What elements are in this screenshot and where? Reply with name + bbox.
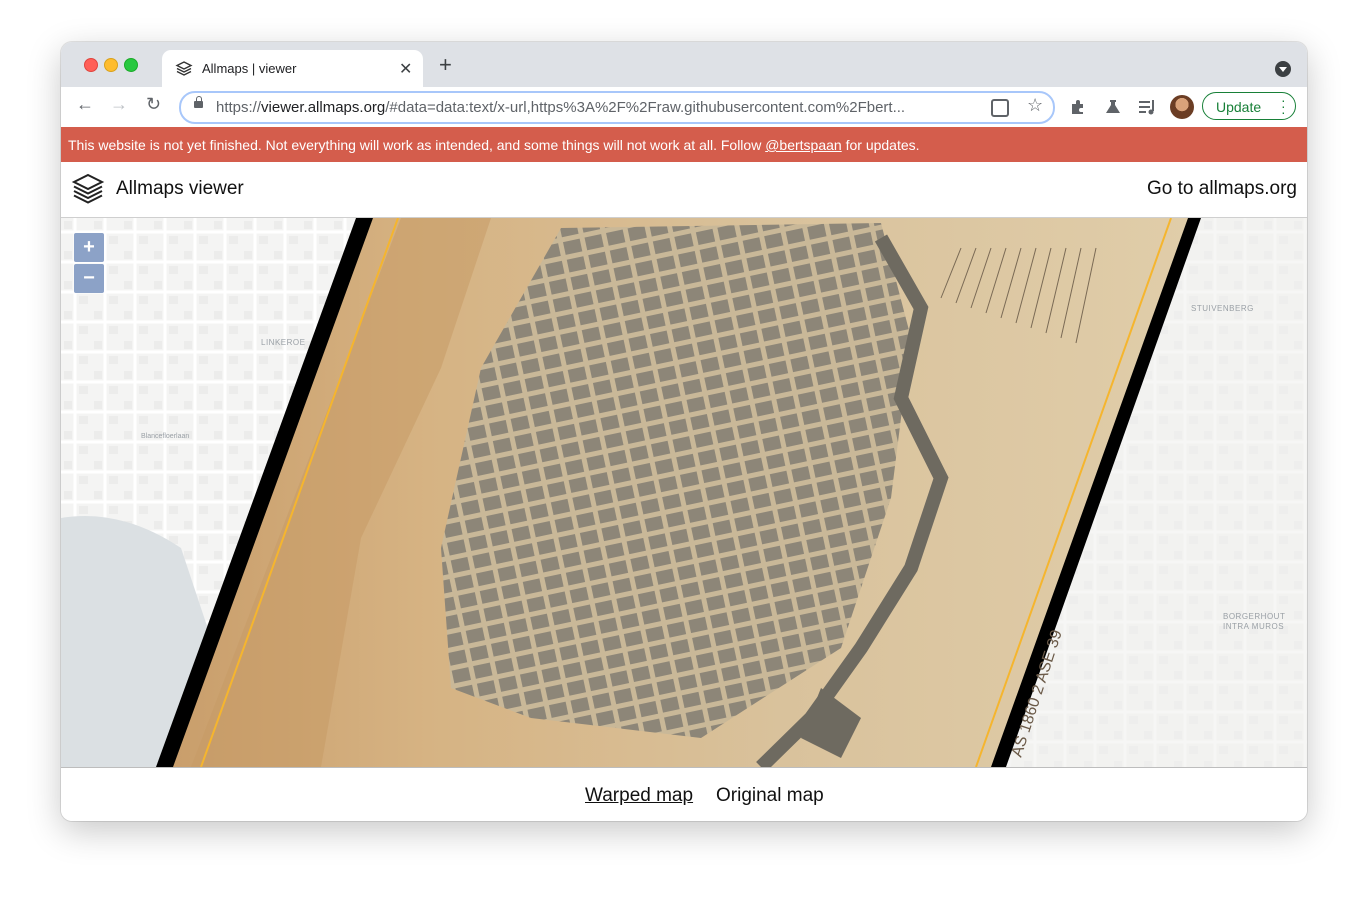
banner-text-before: This website is not yet finished. Not ev… bbox=[68, 137, 766, 153]
update-button[interactable]: Update · · · bbox=[1202, 92, 1296, 120]
puzzle-icon[interactable] bbox=[1069, 98, 1087, 116]
back-icon[interactable]: ← bbox=[76, 94, 94, 115]
warning-banner: This website is not yet finished. Not ev… bbox=[61, 127, 1307, 162]
close-window-button[interactable] bbox=[84, 58, 98, 72]
kebab-icon[interactable]: · · · bbox=[1281, 93, 1286, 119]
app-header: Allmaps viewer Go to allmaps.org bbox=[61, 162, 1307, 218]
zoom-out-button[interactable]: − bbox=[74, 264, 104, 293]
url-host: viewer.allmaps.org bbox=[261, 99, 386, 116]
zoom-in-button[interactable]: + bbox=[74, 233, 104, 262]
allmaps-logo-icon bbox=[71, 173, 105, 204]
bertspaan-link[interactable]: @bertspaan bbox=[765, 137, 841, 153]
banner-text-after: for updates. bbox=[841, 137, 920, 153]
go-to-allmaps-link[interactable]: Go to allmaps.org bbox=[1147, 178, 1297, 200]
minimize-window-button[interactable] bbox=[104, 58, 118, 72]
update-label: Update bbox=[1216, 99, 1262, 115]
label-linkeroever: LINKEROE bbox=[261, 338, 306, 347]
map-viewer[interactable]: AS 1860 2 ASE 39 + − LINKEROE Blancefloe… bbox=[61, 218, 1307, 767]
tab-title: Allmaps | viewer bbox=[202, 61, 297, 76]
tab-bar: Allmaps | viewer ✕ + bbox=[61, 42, 1307, 87]
forward-icon[interactable]: → bbox=[110, 94, 128, 115]
address-bar[interactable]: https://viewer.allmaps.org/#data=data:te… bbox=[179, 91, 1055, 124]
avatar[interactable] bbox=[1170, 95, 1194, 119]
playlist-icon[interactable] bbox=[1138, 98, 1158, 116]
lock-icon[interactable] bbox=[194, 96, 203, 108]
view-switcher: Warped map Original map bbox=[61, 767, 1307, 821]
tab-warped-map[interactable]: Warped map bbox=[585, 785, 693, 807]
maximize-window-button[interactable] bbox=[124, 58, 138, 72]
label-borgerhout: BORGERHOUT bbox=[1223, 612, 1286, 621]
url-path: /#data=data:text/x-url,https%3A%2F%2Fraw… bbox=[385, 99, 906, 116]
browser-tab[interactable]: Allmaps | viewer ✕ bbox=[162, 50, 423, 87]
browser-window: Allmaps | viewer ✕ + ← → ↻ https://viewe… bbox=[61, 42, 1307, 821]
url-text[interactable]: https://viewer.allmaps.org/#data=data:te… bbox=[216, 99, 976, 116]
map-canvas[interactable]: AS 1860 2 ASE 39 bbox=[61, 218, 1307, 767]
label-intra-muros: INTRA MUROS bbox=[1223, 622, 1285, 631]
reload-icon[interactable]: ↻ bbox=[146, 94, 161, 115]
allmaps-favicon-icon bbox=[175, 61, 193, 76]
label-stuivenberg: STUIVENBERG bbox=[1191, 304, 1254, 313]
url-scheme: https:// bbox=[216, 99, 262, 116]
star-icon[interactable]: ☆ bbox=[1027, 95, 1043, 116]
label-blancefloerlaan: Blancefloerlaan bbox=[141, 433, 190, 440]
app-title: Allmaps viewer bbox=[116, 178, 244, 199]
tab-search-icon[interactable] bbox=[1275, 61, 1291, 77]
flask-icon[interactable] bbox=[1104, 98, 1122, 116]
banner-text: This website is not yet finished. Not ev… bbox=[68, 137, 920, 153]
tab-original-map[interactable]: Original map bbox=[716, 785, 824, 807]
qr-icon[interactable] bbox=[991, 99, 1009, 117]
browser-toolbar: ← → ↻ https://viewer.allmaps.org/#data=d… bbox=[61, 87, 1307, 127]
new-tab-button[interactable]: + bbox=[439, 52, 452, 78]
close-tab-icon[interactable]: ✕ bbox=[399, 59, 412, 79]
